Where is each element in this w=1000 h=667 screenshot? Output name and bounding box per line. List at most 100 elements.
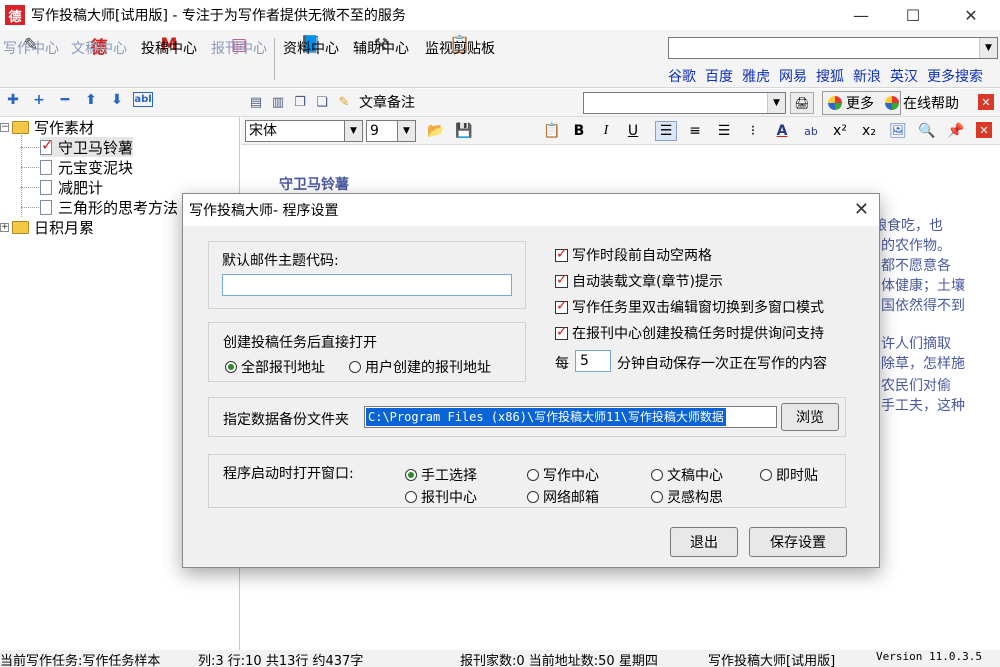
status-product: 写作投稿大师[试用版] (708, 654, 836, 667)
note-icon[interactable]: ✎ (333, 92, 355, 112)
add-item-icon[interactable]: + (26, 92, 52, 108)
radio-icon (527, 469, 539, 481)
expand-icon[interactable]: + (0, 222, 9, 232)
find-icon[interactable]: 🔍 (916, 121, 938, 141)
rename-icon[interactable]: abl (133, 92, 153, 107)
mail-subject-input[interactable] (222, 274, 512, 296)
writing-center-button[interactable]: ✎ 写作中心 (0, 34, 62, 84)
close-panel-icon[interactable]: ✕ (978, 94, 994, 110)
engine-link-sohu[interactable]: 搜狐 (816, 66, 844, 86)
dialog-close-button[interactable]: ✕ (854, 199, 869, 220)
font-color-icon[interactable]: A (771, 121, 793, 141)
tree-item[interactable]: 元宝变泥块 (40, 157, 133, 177)
collapse-icon[interactable]: − (0, 122, 9, 132)
subscript-icon[interactable]: x₂ (858, 121, 880, 141)
radio-sticky-note[interactable]: 即时贴 (760, 465, 818, 485)
align-left-icon[interactable]: ☰ (655, 121, 677, 141)
chevron-down-icon[interactable]: ▼ (397, 121, 415, 141)
print-preview-icon[interactable]: 🖨 (790, 92, 814, 114)
minimize-button[interactable]: — (838, 0, 884, 30)
align-center-icon[interactable]: ≡ (684, 121, 706, 141)
move-down-icon[interactable]: ⬇ (104, 92, 130, 108)
font-size-select[interactable]: 9 ▼ (366, 120, 416, 142)
note-label[interactable]: 文章备注 (359, 92, 415, 112)
engine-link-netease[interactable]: 网易 (779, 66, 807, 86)
backup-folder-input[interactable]: C:\Program Files (x86)\写作投稿大师11\写作投稿大师数据 (364, 406, 777, 428)
browse-button[interactable]: 浏览 (781, 403, 839, 431)
settings-dialog: 写作投稿大师- 程序设置 ✕ 默认邮件主题代码: 创建投稿任务后直接打开 全部报… (182, 193, 880, 568)
tree-folder-daily-accumulation[interactable]: + 日积月累 (0, 217, 94, 237)
autosave-minutes-input[interactable]: 5 (575, 350, 611, 372)
close-window-button[interactable]: ✕ (948, 0, 994, 30)
tree-item[interactable]: 减肥计 (40, 177, 103, 197)
close-editor-icon[interactable]: ✕ (976, 122, 992, 138)
radio-selected-icon (225, 361, 237, 373)
tree-item[interactable]: 守卫马铃薯 (40, 136, 134, 157)
add-category-icon[interactable]: ✚ (0, 92, 26, 108)
superscript-icon[interactable]: x² (829, 121, 851, 141)
chevron-down-icon[interactable]: ▼ (344, 121, 362, 141)
cascade-window-icon[interactable]: ❐ (289, 92, 311, 112)
bold-button[interactable]: B (568, 121, 590, 141)
search-input[interactable]: ▼ (668, 37, 998, 59)
open-folder-icon[interactable]: 📂 (425, 121, 447, 141)
checkbox-auto-indent[interactable]: 写作时段前自动空两格 (555, 245, 712, 265)
italic-button[interactable]: I (595, 121, 617, 141)
status-stats: 报刊家数:0 当前地址数:50 星期四 (460, 654, 658, 667)
radio-inspiration[interactable]: 灵感构思 (651, 487, 723, 507)
remove-item-icon[interactable]: ━ (52, 92, 78, 108)
paste-icon[interactable]: 📋 (541, 121, 563, 141)
backup-folder-label: 指定数据备份文件夹 (223, 412, 349, 428)
radio-user-addresses[interactable]: 用户创建的报刊地址 (349, 357, 491, 377)
submission-center-button[interactable]: M 投稿中心 (138, 34, 200, 84)
maximize-button[interactable]: ☐ (890, 0, 936, 30)
chevron-down-icon[interactable]: ▼ (767, 93, 785, 113)
clipboard-monitor-button[interactable]: 📋 监视剪贴板 (420, 34, 500, 84)
status-position: 列:3 行:10 共13行 约437字 (198, 654, 364, 667)
checkbox-auto-load-hint[interactable]: 自动装载文章(章节)提示 (555, 271, 723, 291)
font-select[interactable]: 宋体 ▼ (245, 120, 363, 142)
underline-button[interactable]: U (622, 121, 644, 141)
checkbox-checked-icon (555, 272, 568, 288)
save-icon[interactable]: 💾 (453, 121, 475, 141)
status-task: 当前写作任务:写作任务样本 (0, 654, 161, 667)
radio-manuscript-center[interactable]: 文稿中心 (651, 465, 723, 485)
tile-window-icon[interactable]: ❏ (311, 92, 333, 112)
engine-link-yahoo[interactable]: 雅虎 (742, 66, 770, 86)
engine-link-sina[interactable]: 新浪 (853, 66, 881, 86)
online-help-button[interactable]: 在线帮助 (880, 91, 974, 115)
tree-item[interactable]: 三角形的思考方法 (40, 197, 178, 217)
manuscript-center-button[interactable]: 德 文稿中心 (68, 34, 130, 84)
exit-button[interactable]: 退出 (670, 527, 738, 557)
engine-link-dictionary[interactable]: 英汉 (890, 66, 918, 86)
checkbox-multi-window[interactable]: 写作任务里双击编辑窗切换到多窗口模式 (555, 297, 824, 317)
move-up-icon[interactable]: ⬆ (78, 92, 104, 108)
save-settings-button[interactable]: 保存设置 (749, 527, 847, 557)
highlight-icon[interactable]: ab (800, 121, 822, 141)
radio-newspaper-center[interactable]: 报刊中心 (405, 487, 477, 507)
resource-center-button[interactable]: 📘 资料中心 (280, 34, 342, 84)
bullet-list-icon[interactable]: ⁝ (742, 121, 764, 141)
editor-text-line: 除草，怎样施 (881, 356, 965, 372)
format-toolbar: 宋体 ▼ 9 ▼ 📂 💾 📋 B I U ☰ ≡ ☰ ⁝ A ab x² x₂ … (241, 117, 1000, 145)
split-vertical-icon[interactable]: ▥ (267, 92, 289, 112)
radio-writing-center[interactable]: 写作中心 (527, 465, 599, 485)
radio-web-mail[interactable]: 网络邮箱 (527, 487, 599, 507)
app-logo-icon: 德 (5, 5, 25, 25)
assist-center-button[interactable]: ⚒ 辅助中心 (350, 34, 412, 84)
engine-link-baidu[interactable]: 百度 (705, 66, 733, 86)
pin-icon[interactable]: 📌 (945, 121, 967, 141)
checkbox-ask-support[interactable]: 在报刊中心创建投稿任务时提供询问支持 (555, 323, 824, 343)
newspaper-center-button[interactable]: ▤ 报刊中心 (208, 34, 270, 84)
tree-folder-writing-materials[interactable]: − 写作素材 (0, 117, 94, 137)
engine-link-google[interactable]: 谷歌 (668, 66, 696, 86)
chevron-down-icon[interactable]: ▼ (979, 38, 997, 58)
startup-window-group: 程序启动时打开窗口: 手工选择 写作中心 文稿中心 即时贴 报刊中心 网络邮箱 … (208, 454, 846, 508)
radio-all-addresses[interactable]: 全部报刊地址 (225, 357, 325, 377)
engine-link-more[interactable]: 更多搜索 (927, 66, 983, 86)
note-select[interactable]: ▼ (583, 92, 786, 114)
align-right-icon[interactable]: ☰ (713, 121, 735, 141)
insert-image-icon[interactable]: 🖼 (887, 121, 909, 141)
radio-manual-select[interactable]: 手工选择 (405, 465, 477, 485)
split-horizontal-icon[interactable]: ▤ (245, 92, 267, 112)
